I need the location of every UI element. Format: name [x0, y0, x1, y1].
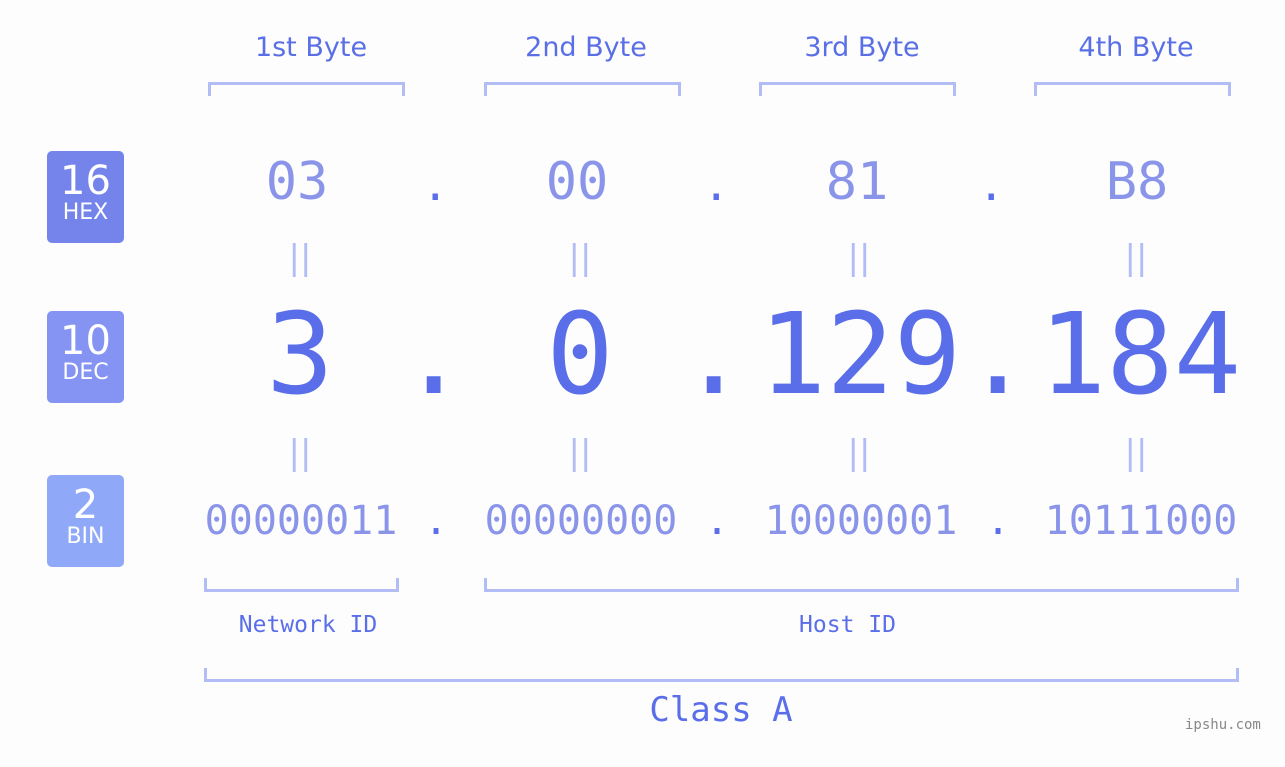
dec-separator-3: . — [964, 290, 1032, 420]
equals-hex-dec-1: || — [288, 238, 312, 278]
hex-badge: 16 HEX — [47, 151, 124, 243]
bin-base-number: 2 — [72, 482, 99, 528]
dec-separator-1: . — [400, 290, 468, 420]
equals-dec-bin-4: || — [1124, 433, 1148, 473]
byte-bracket-2 — [484, 82, 681, 96]
dec-byte-3: 129 — [758, 290, 962, 420]
equals-hex-dec-4: || — [1124, 238, 1148, 278]
dec-badge: 10 DEC — [47, 311, 124, 403]
bin-badge: 2 BIN — [47, 475, 124, 567]
byte-bracket-4 — [1034, 82, 1231, 96]
network-id-label: Network ID — [238, 612, 378, 638]
byte-bracket-3 — [759, 82, 956, 96]
dec-byte-1: 3 — [266, 290, 334, 420]
class-label: Class A — [649, 690, 793, 730]
bin-separator-2: . — [705, 498, 730, 544]
bin-byte-2: 00000000 — [484, 498, 678, 544]
bin-separator-3: . — [986, 498, 1011, 544]
hex-base-label: HEX — [62, 200, 109, 225]
dec-byte-2: 0 — [546, 290, 614, 420]
equals-hex-dec-3: || — [847, 238, 871, 278]
dec-base-label: DEC — [62, 360, 109, 385]
byte-label-3: 3rd Byte — [804, 32, 920, 63]
hex-separator-3: . — [978, 160, 1005, 211]
bin-byte-1: 00000011 — [204, 498, 398, 544]
byte-label-1: 1st Byte — [254, 32, 368, 63]
byte-bracket-1 — [208, 82, 405, 96]
hex-separator-2: . — [703, 160, 730, 211]
bin-separator-1: . — [424, 498, 449, 544]
hex-separator-1: . — [422, 160, 449, 211]
byte-label-4: 4th Byte — [1078, 32, 1194, 63]
bin-byte-3: 10000001 — [764, 498, 958, 544]
dec-separator-2: . — [680, 290, 748, 420]
class-bracket — [204, 668, 1239, 682]
equals-dec-bin-3: || — [847, 433, 871, 473]
dec-base-number: 10 — [60, 318, 111, 364]
host-id-label: Host ID — [799, 612, 896, 638]
network-id-bracket — [204, 578, 399, 592]
bin-base-label: BIN — [66, 524, 105, 549]
hex-byte-3: 81 — [825, 152, 889, 212]
equals-hex-dec-2: || — [568, 238, 592, 278]
equals-dec-bin-2: || — [568, 433, 592, 473]
watermark: ipshu.com — [1185, 717, 1261, 733]
byte-label-2: 2nd Byte — [525, 32, 647, 63]
hex-byte-2: 00 — [545, 152, 609, 212]
equals-dec-bin-1: || — [288, 433, 312, 473]
hex-byte-4: B8 — [1105, 152, 1169, 212]
hex-byte-1: 03 — [265, 152, 329, 212]
hex-base-number: 16 — [60, 158, 111, 204]
host-id-bracket — [484, 578, 1239, 592]
bin-byte-4: 10111000 — [1044, 498, 1238, 544]
dec-byte-4: 184 — [1038, 290, 1242, 420]
